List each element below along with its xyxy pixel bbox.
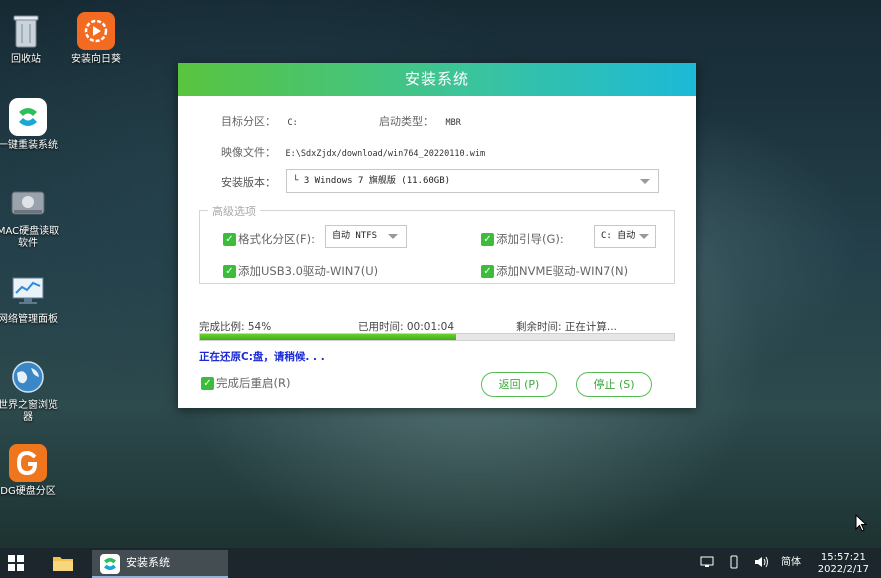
reboot-after-label: 完成后重启(R) xyxy=(216,376,291,390)
checkmark-icon: ✓ xyxy=(223,232,236,246)
sunflower-icon xyxy=(77,12,115,50)
taskbar-app-installer[interactable]: 安装系统 xyxy=(92,550,228,578)
desktop-icon-label: 网络管理面板 xyxy=(0,314,58,325)
elapsed-time-label: 已用时间: 00:01:04 xyxy=(358,321,455,333)
desktop-icon-label: DG硬盘分区 xyxy=(0,486,56,497)
advanced-options-legend: 高级选项 xyxy=(208,203,260,219)
usb-drive-icon xyxy=(730,555,738,569)
usb3-driver-label: 添加USB3.0驱动-WIN7(U) xyxy=(238,264,379,278)
speaker-icon xyxy=(755,556,768,568)
advanced-options-group: 高级选项 ✓ 格式化分区(F): 自动 NTFS ✓ 添加引导(G): C: 自… xyxy=(199,203,675,284)
nvme-driver-label: 添加NVME驱动-WIN7(N) xyxy=(496,264,629,278)
desktop-icon-label: MAC硬盘读取软件 xyxy=(0,226,60,249)
target-partition-value: C: xyxy=(287,118,298,128)
hard-disk-icon xyxy=(9,184,47,222)
desktop-icon-recycle-bin[interactable]: 回收站 xyxy=(0,12,58,66)
bootloader-select[interactable]: C: 自动 xyxy=(594,225,656,248)
desktop-icon-one-key-reinstall[interactable]: 一键重装系统 xyxy=(0,98,60,152)
desktop-icon-diskgenius[interactable]: DG硬盘分区 xyxy=(0,444,60,498)
checkmark-icon: ✓ xyxy=(481,264,494,278)
taskbar: 安装系统 简体 15:57:21 2022/2/17 xyxy=(0,548,881,578)
back-button[interactable]: 返回 (P) xyxy=(481,372,557,397)
format-mode-select[interactable]: 自动 NTFS xyxy=(325,225,407,248)
target-partition-row: 目标分区： C: xyxy=(221,113,298,129)
reinstall-app-icon xyxy=(100,554,120,574)
desktop-icon-mac-disk-reader[interactable]: MAC硬盘读取软件 xyxy=(0,184,60,250)
edition-select-value: └ 3 Windows 7 旗舰版 (11.60GB) xyxy=(293,176,451,186)
checkmark-icon: ✓ xyxy=(481,232,494,246)
image-file-value: E:\SdxZjdx/download/win764_20220110.wim xyxy=(285,149,486,159)
desktop-icon-label: 一键重装系统 xyxy=(0,140,58,151)
image-file-label: 映像文件： xyxy=(221,146,276,159)
format-partition-checkbox[interactable]: ✓ 格式化分区(F): xyxy=(223,231,315,247)
usb3-driver-checkbox[interactable]: ✓ 添加USB3.0驱动-WIN7(U) xyxy=(223,263,378,279)
add-bootloader-checkbox[interactable]: ✓ 添加引导(G): xyxy=(481,231,564,247)
clock-date: 2022/2/17 xyxy=(817,564,869,575)
network-tray-button[interactable] xyxy=(700,548,714,578)
status-message: 正在还原C:盘，请稍候. . . xyxy=(199,351,325,363)
recycle-bin-icon xyxy=(7,12,45,50)
clock-time: 15:57:21 xyxy=(820,552,866,563)
file-explorer-button[interactable] xyxy=(52,554,74,572)
chevron-down-icon xyxy=(639,234,649,239)
bootloader-value: C: 自动 xyxy=(601,231,636,241)
boot-type-value: MBR xyxy=(445,118,461,128)
diskgenius-icon xyxy=(9,444,47,482)
mouse-cursor-icon xyxy=(855,514,867,532)
network-icon xyxy=(700,556,714,567)
desktop-icon-label: 安装向日葵 xyxy=(71,54,121,65)
window-title: 安装系统 xyxy=(178,63,696,96)
installer-window: 安装系统 目标分区： C: 启动类型： MBR 映像文件： E:\SdxZjdx… xyxy=(178,63,696,408)
boot-type-row: 启动类型： MBR xyxy=(379,113,461,129)
edition-label: 安装版本： xyxy=(221,176,276,189)
reboot-after-checkbox[interactable]: ✓ 完成后重启(R) xyxy=(201,375,290,391)
edition-select[interactable]: └ 3 Windows 7 旗舰版 (11.60GB) xyxy=(286,169,659,193)
progress-bar-fill xyxy=(200,334,456,340)
taskbar-clock[interactable]: 15:57:21 2022/2/17 xyxy=(818,552,869,576)
reinstall-app-icon xyxy=(9,98,47,136)
chevron-down-icon xyxy=(388,234,398,239)
folder-icon xyxy=(53,557,73,571)
taskbar-app-label: 安装系统 xyxy=(126,556,170,569)
format-partition-label: 格式化分区(F): xyxy=(238,232,315,246)
checkmark-icon: ✓ xyxy=(201,376,214,390)
format-mode-value: 自动 NTFS xyxy=(332,231,378,241)
add-bootloader-label: 添加引导(G): xyxy=(496,232,564,246)
remaining-time-label: 剩余时间: 正在计算... xyxy=(516,321,617,333)
globe-icon xyxy=(9,358,47,396)
desktop-icon-label: 回收站 xyxy=(11,54,41,65)
target-partition-label: 目标分区： xyxy=(221,115,276,128)
start-button[interactable] xyxy=(8,555,24,571)
network-monitor-icon xyxy=(9,272,47,310)
image-file-row: 映像文件： E:\SdxZjdx/download/win764_2022011… xyxy=(221,144,485,160)
usb-tray-button[interactable] xyxy=(729,548,739,578)
stop-button[interactable]: 停止 (S) xyxy=(576,372,652,397)
volume-tray-button[interactable] xyxy=(754,548,770,578)
desktop-icon-sunflower[interactable]: 安装向日葵 xyxy=(64,12,128,66)
boot-type-label: 启动类型： xyxy=(379,115,434,128)
nvme-driver-checkbox[interactable]: ✓ 添加NVME驱动-WIN7(N) xyxy=(481,263,628,279)
progress-percent-label: 完成比例: 54% xyxy=(199,321,272,333)
desktop-icon-network-panel[interactable]: 网络管理面板 xyxy=(0,272,60,326)
progress-bar xyxy=(199,333,675,341)
checkmark-icon: ✓ xyxy=(223,264,236,278)
desktop-icon-label: 世界之窗浏览器 xyxy=(0,400,58,423)
chevron-down-icon xyxy=(640,179,650,184)
desktop-icon-theworld-browser[interactable]: 世界之窗浏览器 xyxy=(0,358,60,424)
input-method-indicator[interactable]: 简体 xyxy=(781,548,801,578)
